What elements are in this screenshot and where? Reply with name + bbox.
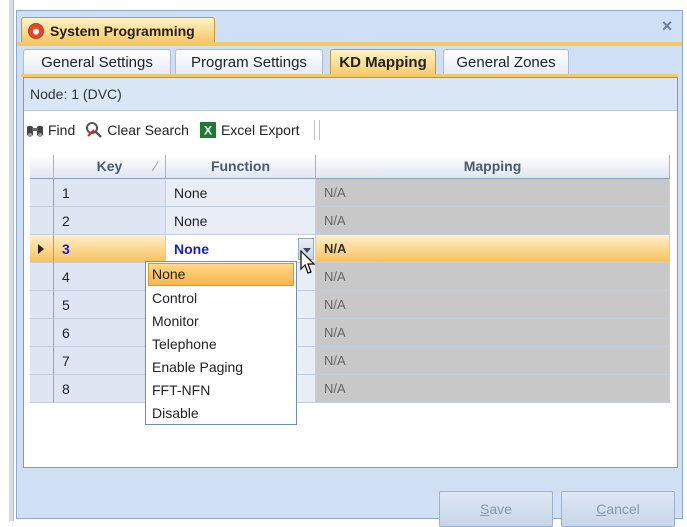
mapping-cell[interactable]: N/A	[316, 263, 670, 291]
function-cell[interactable]: None	[166, 179, 316, 207]
sort-icon: ⁄	[154, 158, 157, 174]
excel-export-label: Excel Export	[220, 122, 300, 138]
dropdown-option-control[interactable]: Control	[146, 287, 296, 310]
cancel-label: ancel	[606, 501, 640, 517]
clear-search-button[interactable]: Clear Search	[85, 121, 189, 139]
window-title: System Programming	[50, 22, 195, 39]
row-selector[interactable]	[30, 347, 54, 375]
table-row[interactable]: 6 N/A	[30, 319, 670, 347]
function-cell[interactable]: None	[166, 207, 316, 235]
dropdown-option-enable-paging[interactable]: Enable Paging	[146, 356, 296, 379]
table-row[interactable]: 8 N/A	[30, 375, 670, 403]
column-header-mapping[interactable]: Mapping	[316, 155, 670, 179]
current-row-icon	[38, 244, 44, 254]
cancel-mnemonic: C	[596, 501, 607, 517]
function-dropdown-list: None Control Monitor Telephone Enable Pa…	[145, 261, 297, 425]
key-cell[interactable]: 1	[54, 179, 166, 207]
dropdown-option-telephone[interactable]: Telephone	[146, 333, 296, 356]
column-header-key-label: Key	[96, 158, 123, 174]
key-cell[interactable]: 3	[54, 235, 166, 263]
find-button[interactable]: Find	[26, 121, 75, 139]
kd-mapping-panel: Node: 1 (DVC) Find Clear Search X Excel …	[23, 77, 678, 468]
row-selector[interactable]	[30, 207, 54, 235]
dropdown-option-fft-nfn[interactable]: FFT-NFN	[146, 379, 296, 402]
function-combobox-value: None	[174, 241, 209, 257]
find-label: Find	[48, 122, 76, 138]
table-row[interactable]: 5 N/A	[30, 291, 670, 319]
key-cell[interactable]: 2	[54, 207, 166, 235]
node-label: Node: 1 (DVC)	[24, 78, 677, 111]
tab-program-settings[interactable]: Program Settings	[175, 49, 323, 75]
toolbar-separator	[318, 120, 320, 140]
row-selector[interactable]	[30, 291, 54, 319]
mouse-pointer-icon	[300, 250, 316, 274]
save-label: ave	[489, 501, 512, 517]
tab-general-zones[interactable]: General Zones	[443, 49, 569, 75]
mapping-cell[interactable]: N/A	[316, 291, 670, 319]
table-row[interactable]: 4 N/A	[30, 263, 670, 291]
function-combobox[interactable]: None	[166, 235, 316, 263]
kd-mapping-grid: Key ⁄ Function Mapping 1 None N/A 2 None…	[30, 155, 670, 455]
row-selector[interactable]	[30, 235, 54, 263]
dropdown-option-disable[interactable]: Disable	[146, 402, 296, 425]
row-selector[interactable]	[30, 375, 54, 403]
document-tab-underline	[17, 42, 682, 46]
column-header-key[interactable]: Key ⁄	[54, 155, 166, 179]
table-row[interactable]: 7 N/A	[30, 347, 670, 375]
mapping-cell[interactable]: N/A	[316, 235, 670, 263]
document-tab[interactable]: System Programming	[21, 17, 215, 43]
app-icon	[28, 22, 44, 39]
mapping-cell[interactable]: N/A	[316, 347, 670, 375]
row-selector[interactable]	[30, 179, 54, 207]
row-selector[interactable]	[30, 263, 54, 291]
tab-general-settings[interactable]: General Settings	[23, 49, 171, 75]
clear-search-icon	[86, 122, 103, 138]
window-left-edge	[9, 0, 14, 521]
toolbar: Find Clear Search X Excel Export	[24, 115, 677, 145]
toolbar-separator	[313, 120, 315, 140]
mapping-cell[interactable]: N/A	[316, 179, 670, 207]
excel-export-button[interactable]: X Excel Export	[199, 121, 300, 139]
cancel-button[interactable]: Cancel	[561, 491, 675, 527]
table-row[interactable]: 1 None N/A	[30, 179, 670, 207]
row-selector[interactable]	[30, 319, 54, 347]
save-mnemonic: S	[480, 501, 490, 517]
dropdown-option-none[interactable]: None	[148, 263, 294, 286]
excel-icon: X	[199, 122, 216, 138]
mapping-cell[interactable]: N/A	[316, 207, 670, 235]
row-selector-header	[30, 155, 54, 179]
tab-kd-mapping[interactable]: KD Mapping	[330, 49, 436, 75]
table-row-selected[interactable]: 3 None N/A	[30, 235, 670, 263]
table-row[interactable]: 2 None N/A	[30, 207, 670, 235]
close-icon[interactable]: ×	[658, 17, 676, 35]
svg-text:X: X	[204, 124, 212, 138]
mapping-cell[interactable]: N/A	[316, 319, 670, 347]
dropdown-option-monitor[interactable]: Monitor	[146, 310, 296, 333]
save-button[interactable]: Save	[439, 491, 553, 527]
clear-search-label: Clear Search	[107, 122, 189, 138]
system-programming-window: System Programming × General Settings Pr…	[16, 10, 683, 527]
mapping-cell[interactable]: N/A	[316, 375, 670, 403]
column-header-function[interactable]: Function	[166, 155, 316, 179]
binoculars-icon	[27, 126, 43, 137]
